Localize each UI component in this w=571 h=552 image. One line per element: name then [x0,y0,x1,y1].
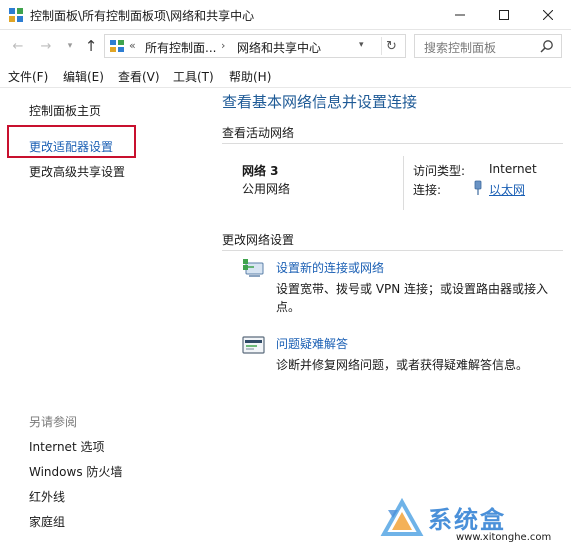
change-settings-heading: 更改网络设置 [222,233,295,247]
menu-file[interactable]: 文件(F) [8,68,48,85]
page-title: 查看基本网络信息并设置连接 [222,93,418,111]
watermark-logo-icon [380,497,424,536]
close-button[interactable] [525,0,571,30]
troubleshoot-link[interactable]: 问题疑难解答 [276,335,348,352]
connection-label: 连接: [413,183,442,197]
navigation-bar: ← → ▾ ↑ « 所有控制面... › 网络和共享中心 ▾ ↻ 搜索控制面板 [0,30,571,62]
internet-options-link[interactable]: Internet 选项 [29,438,104,455]
menu-bar: 文件(F) 编辑(E) 查看(V) 工具(T) 帮助(H) [0,64,571,86]
search-icon[interactable] [540,39,554,53]
maximize-button[interactable] [481,0,527,30]
maximize-icon [499,10,509,20]
section-divider [222,143,563,144]
watermark-url: www.xitonghe.com [456,532,552,543]
arrow-right-icon: → [40,38,52,54]
control-panel-home-link[interactable]: 控制面板主页 [29,102,101,119]
back-button[interactable]: ← [10,38,26,54]
access-type-value: Internet [489,162,537,176]
control-panel-icon [110,40,124,52]
refresh-icon: ↻ [386,38,397,54]
change-adapter-settings-link[interactable]: 更改适配器设置 [29,138,113,155]
menu-tools[interactable]: 工具(T) [173,68,214,85]
setup-new-connection-desc: 设置宽带、拨号或 VPN 连接；或设置路由器或接入点。 [276,282,549,314]
minimize-icon [455,14,465,16]
change-advanced-sharing-link[interactable]: 更改高级共享设置 [29,163,125,180]
ethernet-icon [474,180,482,195]
chevron-down-icon[interactable]: ▾ [359,40,364,50]
active-networks-heading: 查看活动网络 [222,126,295,140]
search-placeholder: 搜索控制面板 [424,41,497,55]
infrared-link[interactable]: 红外线 [29,488,65,505]
recent-locations-button[interactable]: ▾ [62,38,78,54]
see-also-heading: 另请参阅 [29,415,78,429]
minimize-button[interactable] [437,0,483,30]
refresh-button[interactable]: ↻ [381,37,401,55]
homegroup-link[interactable]: 家庭组 [29,513,65,530]
arrow-up-icon: ↑ [84,37,98,55]
section-divider [222,250,563,251]
breadcrumb-all-items[interactable]: 所有控制面... [145,39,216,56]
breadcrumb-overflow[interactable]: « [129,39,136,52]
troubleshoot-icon [242,336,265,354]
network-divider [403,156,404,210]
title-bar: 控制面板\所有控制面板项\网络和共享中心 [0,0,571,30]
menu-view[interactable]: 查看(V) [118,68,160,85]
new-connection-icon [243,259,264,277]
network-name: 网络 3 [242,164,279,178]
forward-button[interactable]: → [38,38,54,54]
network-type: 公用网络 [242,182,291,196]
menu-divider [0,87,571,88]
troubleshoot-desc: 诊断并修复网络问题，或者获得疑难解答信息。 [276,358,529,372]
menu-help[interactable]: 帮助(H) [229,68,271,85]
breadcrumb-network-center[interactable]: 网络和共享中心 [237,39,321,56]
breadcrumb-separator[interactable]: › [221,39,225,52]
window-title: 控制面板\所有控制面板项\网络和共享中心 [30,9,255,23]
chevron-down-icon: ▾ [67,41,73,51]
access-type-label: 访问类型: [413,164,466,178]
ethernet-connection-link[interactable]: 以太网 [489,181,525,198]
address-bar[interactable]: « 所有控制面... › 网络和共享中心 ▾ ↻ [104,34,406,58]
up-button[interactable]: ↑ [83,37,99,55]
arrow-left-icon: ← [12,38,24,54]
windows-firewall-link[interactable]: Windows 防火墙 [29,463,122,480]
control-panel-icon [9,8,23,22]
menu-edit[interactable]: 编辑(E) [63,68,104,85]
search-box[interactable]: 搜索控制面板 [414,34,562,58]
setup-new-connection-link[interactable]: 设置新的连接或网络 [276,259,384,276]
watermark-title: 系统盒 [428,506,506,534]
close-icon [543,10,553,20]
